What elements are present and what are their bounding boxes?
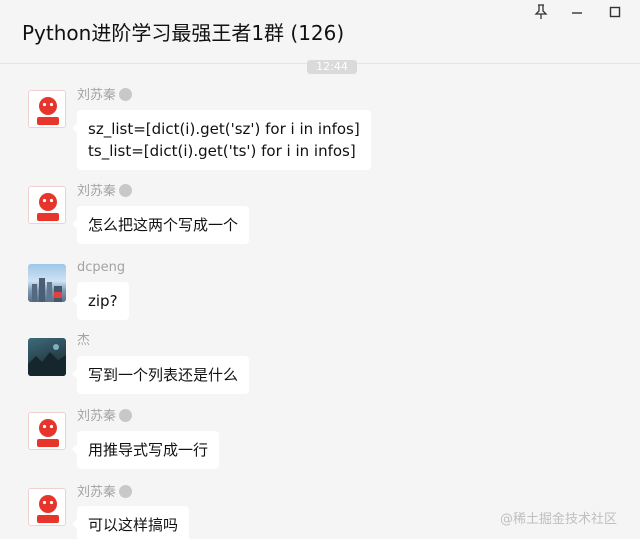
badge-icon — [119, 485, 133, 498]
sender-name: 杰 — [77, 333, 90, 348]
title-bar: Python进阶学习最强王者1群 (126) — [0, 0, 640, 64]
landscape-photo-avatar[interactable] — [28, 338, 66, 376]
city-photo-avatar[interactable] — [28, 264, 66, 302]
sender-name-text: 刘苏秦 — [77, 409, 117, 424]
badge-icon — [119, 409, 133, 422]
sender-name: 刘苏秦 — [77, 184, 133, 199]
message-text: 写到一个列表还是什么 — [88, 366, 239, 384]
sender-name-text: 刘苏秦 — [77, 184, 117, 199]
sender-name: 刘苏秦 — [77, 88, 133, 103]
message-bubble: 写到一个列表还是什么 — [71, 356, 250, 394]
timestamp: 12:44 — [307, 60, 357, 74]
message-text: sz_list=[dict(i).get('sz') for i in info… — [88, 120, 360, 138]
sender-name-text: 刘苏秦 — [77, 88, 117, 103]
red-logo-avatar[interactable] — [28, 488, 66, 526]
badge-icon — [119, 184, 133, 197]
message-bubble: 怎么把这两个写成一个 — [71, 206, 250, 244]
message-text: 用推导式写成一行 — [88, 441, 209, 459]
red-logo-avatar[interactable] — [28, 186, 66, 224]
sender-name: 刘苏秦 — [77, 409, 133, 424]
red-logo-avatar[interactable] — [28, 90, 66, 128]
watermark: @稀土掘金技术社区 — [500, 512, 618, 527]
maximize-icon[interactable] — [604, 2, 626, 22]
message-text: zip? — [88, 292, 118, 310]
chat-title: Python进阶学习最强王者1群 (126) — [22, 21, 345, 45]
message-text: 可以这样搞吗 — [88, 516, 179, 534]
message-bubble: 用推导式写成一行 — [71, 431, 220, 469]
sender-name: 刘苏秦 — [77, 485, 133, 500]
badge-icon — [119, 88, 133, 101]
sender-name-text: 刘苏秦 — [77, 485, 117, 500]
red-logo-avatar[interactable] — [28, 412, 66, 450]
message-text: 怎么把这两个写成一个 — [88, 216, 239, 234]
message-bubble: sz_list=[dict(i).get('sz') for i in info… — [72, 110, 371, 170]
message-text: ts_list=[dict(i).get('ts') for i in info… — [88, 142, 356, 160]
sender-name: dcpeng — [77, 260, 125, 275]
sender-name-text: dcpeng — [77, 260, 126, 275]
sender-name-text: 杰 — [77, 333, 91, 348]
pin-icon[interactable] — [530, 2, 552, 22]
message-bubble: zip? — [72, 282, 129, 320]
minimize-icon[interactable] — [566, 2, 588, 22]
message-bubble: 可以这样搞吗 — [71, 506, 190, 539]
